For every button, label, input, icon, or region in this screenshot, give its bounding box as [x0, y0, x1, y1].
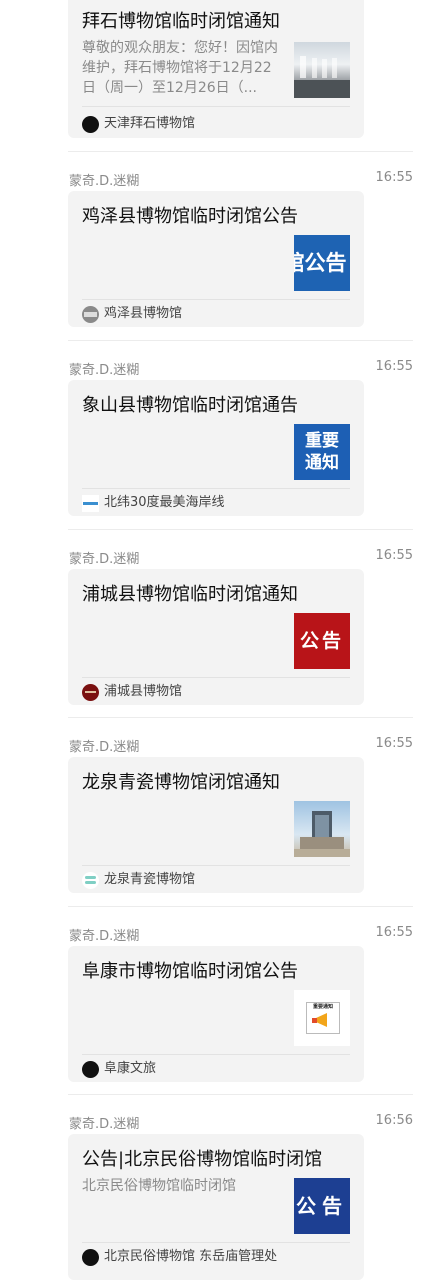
article-card[interactable]: 浦城县博物馆临时闭馆通知 公告 浦城县博物馆 — [68, 569, 364, 705]
sender-name: 蒙奇.D.迷糊 — [69, 363, 140, 378]
article-source[interactable]: 阜康文旅 — [82, 1060, 156, 1078]
message-meta: 蒙奇.D.迷糊 16:55 — [69, 548, 413, 568]
article-title: 龙泉青瓷博物馆闭馆通知 — [82, 772, 280, 793]
source-avatar — [82, 115, 99, 133]
card-divider — [82, 1242, 350, 1243]
card-divider — [82, 106, 350, 107]
article-source[interactable]: 浦城县博物馆 — [82, 683, 182, 701]
message-time: 16:55 — [375, 359, 413, 374]
article-thumbnail: 重要通知 — [294, 424, 350, 480]
sender-name: 蒙奇.D.迷糊 — [69, 552, 140, 567]
source-avatar — [82, 494, 99, 512]
thumbnail-text: 馆公告 — [294, 251, 347, 275]
thumbnail-text: 公告 — [299, 630, 344, 652]
article-thumbnail — [294, 801, 350, 857]
article-card[interactable]: 公告|北京民俗博物馆临时闭馆 北京民俗博物馆临时闭馆 公告 北京民俗博物馆 东岳… — [68, 1134, 364, 1280]
message-meta: 蒙奇.D.迷糊 16:55 — [69, 925, 413, 945]
article-source[interactable]: 龙泉青瓷博物馆 — [82, 871, 195, 889]
message-separator — [68, 906, 413, 907]
message-meta: 蒙奇.D.迷糊 16:55 — [69, 170, 413, 190]
article-card[interactable]: 鸡泽县博物馆临时闭馆公告 馆公告 鸡泽县博物馆 — [68, 191, 364, 327]
source-avatar — [82, 683, 99, 701]
megaphone-icon: 重要通知 — [306, 1002, 340, 1034]
card-divider — [82, 488, 350, 489]
article-card[interactable]: 象山县博物馆临时闭馆通告 重要通知 北纬30度最美海岸线 — [68, 380, 364, 516]
message-separator — [68, 717, 413, 718]
article-thumbnail — [294, 42, 350, 98]
article-thumbnail: 重要通知 — [294, 990, 350, 1046]
thumbnail-text: 公告 — [296, 1194, 348, 1218]
message-separator — [68, 340, 413, 341]
message-separator — [68, 1094, 413, 1095]
message-separator — [68, 529, 413, 530]
article-title: 鸡泽县博物馆临时闭馆公告 — [82, 206, 298, 227]
article-title: 拜石博物馆临时闭馆通知 — [82, 11, 280, 32]
card-divider — [82, 865, 350, 866]
article-card[interactable]: 阜康市博物馆临时闭馆公告 重要通知 阜康文旅 — [68, 946, 364, 1082]
source-avatar — [82, 871, 99, 889]
article-title: 阜康市博物馆临时闭馆公告 — [82, 961, 298, 982]
article-title: 浦城县博物馆临时闭馆通知 — [82, 584, 298, 605]
article-source[interactable]: 天津拜石博物馆 — [82, 115, 195, 133]
article-thumbnail: 馆公告 — [294, 235, 350, 291]
message-separator — [68, 151, 413, 152]
source-avatar — [82, 305, 99, 323]
article-thumbnail: 公告 — [294, 613, 350, 669]
sender-name: 蒙奇.D.迷糊 — [69, 1117, 140, 1132]
article-card[interactable]: 龙泉青瓷博物馆闭馆通知 龙泉青瓷博物馆 — [68, 757, 364, 893]
article-source[interactable]: 北纬30度最美海岸线 — [82, 494, 225, 512]
sender-name: 蒙奇.D.迷糊 — [69, 174, 140, 189]
article-source[interactable]: 北京民俗博物馆 东岳庙管理处 — [82, 1248, 277, 1266]
message-time: 16:55 — [375, 736, 413, 751]
source-avatar — [82, 1060, 99, 1078]
card-divider — [82, 1054, 350, 1055]
message-meta: 蒙奇.D.迷糊 16:56 — [69, 1113, 413, 1133]
card-divider — [82, 299, 350, 300]
article-thumbnail: 公告 — [294, 1178, 350, 1234]
message-time: 16:56 — [375, 1113, 413, 1128]
sender-name: 蒙奇.D.迷糊 — [69, 929, 140, 944]
message-meta: 蒙奇.D.迷糊 16:55 — [69, 736, 413, 756]
thumbnail-text: 重要通知 — [305, 431, 339, 473]
article-title: 公告|北京民俗博物馆临时闭馆 — [82, 1149, 323, 1170]
article-card[interactable]: 拜石博物馆临时闭馆通知 尊敬的观众朋友：您好！因馆内维护，拜石博物馆将于12月2… — [68, 0, 364, 138]
card-divider — [82, 677, 350, 678]
article-source[interactable]: 鸡泽县博物馆 — [82, 305, 182, 323]
article-title: 象山县博物馆临时闭馆通告 — [82, 395, 298, 416]
message-time: 16:55 — [375, 925, 413, 940]
source-avatar — [82, 1248, 99, 1266]
article-description: 北京民俗博物馆临时闭馆 — [82, 1178, 236, 1194]
sender-name: 蒙奇.D.迷糊 — [69, 740, 140, 755]
article-description: 尊敬的观众朋友：您好！因馆内维护，拜石博物馆将于12月22日（周一）至12月26… — [82, 40, 278, 96]
message-time: 16:55 — [375, 548, 413, 563]
message-meta: 蒙奇.D.迷糊 16:55 — [69, 359, 413, 379]
message-time: 16:55 — [375, 170, 413, 185]
